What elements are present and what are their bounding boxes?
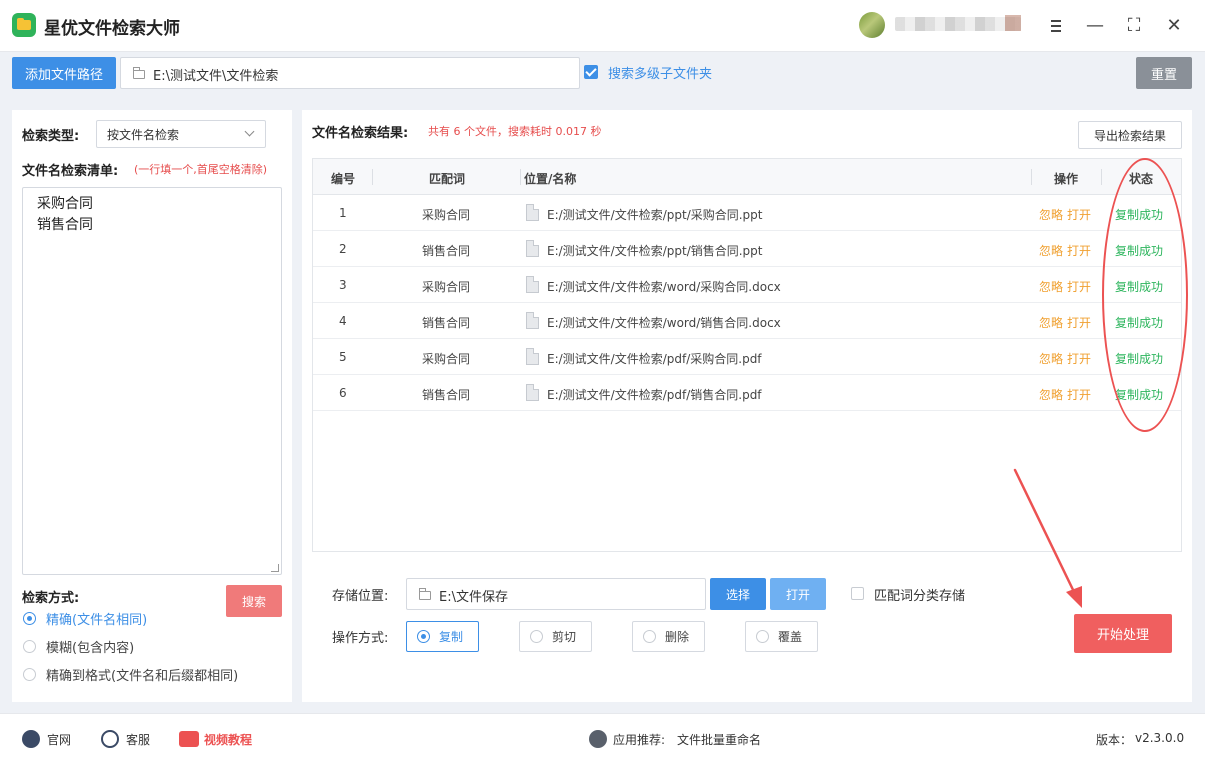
version-value: v2.3.0.0 xyxy=(1135,731,1185,745)
video-icon[interactable] xyxy=(179,731,199,747)
video-tutorial-link[interactable]: 视频教程 xyxy=(204,731,252,748)
version-label: 版本： xyxy=(1096,733,1133,747)
website-icon[interactable] xyxy=(22,730,40,748)
recommend-app-link[interactable]: 文件批量重命名 xyxy=(677,731,761,748)
support-icon[interactable] xyxy=(101,730,119,748)
link-icon xyxy=(589,730,607,748)
annotation-arrow-icon xyxy=(1013,468,1082,608)
status-bar: 官网 客服 视频教程 应用推荐: 文件批量重命名 版本： v2.3.0.0 xyxy=(0,713,1205,764)
recommend-label: 应用推荐: xyxy=(613,733,666,747)
support-link[interactable]: 客服 xyxy=(126,731,150,748)
website-link[interactable]: 官网 xyxy=(47,731,71,748)
